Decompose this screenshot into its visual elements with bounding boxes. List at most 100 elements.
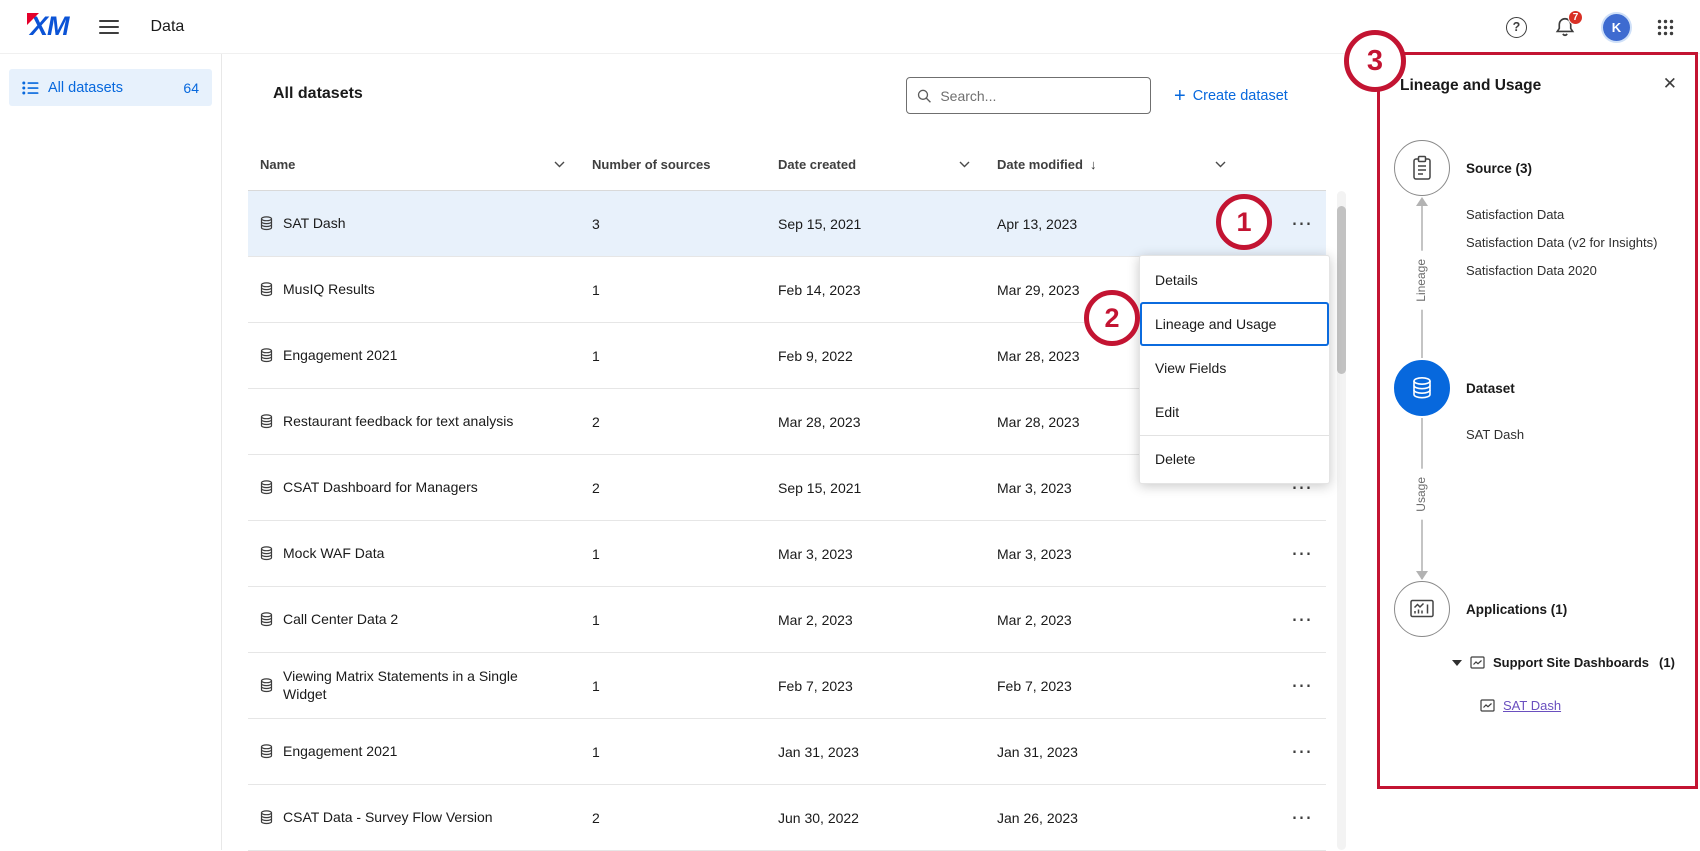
chevron-down-icon[interactable] bbox=[554, 161, 565, 168]
row-sources: 2 bbox=[592, 414, 778, 430]
notifications-button[interactable]: 7 bbox=[1554, 16, 1576, 38]
annotation-step-1: 1 bbox=[1216, 194, 1272, 250]
row-actions-button[interactable]: ⋯ bbox=[1291, 609, 1326, 630]
row-name: Engagement 2021 bbox=[283, 347, 397, 365]
dataset-icon bbox=[260, 744, 273, 759]
search-input[interactable] bbox=[940, 88, 1140, 104]
sidebar-item-label: All datasets bbox=[48, 80, 123, 96]
source-item: Satisfaction Data 2020 bbox=[1466, 257, 1657, 285]
column-header-created[interactable]: Date created bbox=[778, 157, 997, 172]
table-row[interactable]: SAT Dash 3 Sep 15, 2021 Apr 13, 2023 ⋯ bbox=[248, 191, 1326, 257]
row-actions-button[interactable]: ⋯ bbox=[1291, 543, 1326, 564]
sidebar-item-all-datasets[interactable]: All datasets 64 bbox=[9, 69, 212, 106]
source-label: Source (3) bbox=[1466, 161, 1532, 176]
row-name: MusIQ Results bbox=[283, 281, 375, 299]
sidebar-item-count: 64 bbox=[183, 80, 199, 96]
topbar: XM Data ? 7 K bbox=[0, 0, 1700, 54]
row-modified: Apr 13, 2023 bbox=[997, 216, 1230, 232]
avatar[interactable]: K bbox=[1603, 14, 1630, 41]
sidebar: All datasets 64 bbox=[0, 54, 222, 850]
dataset-icon bbox=[260, 282, 273, 297]
row-modified: Mar 2, 2023 bbox=[997, 612, 1230, 628]
row-actions-button[interactable]: ⋯ bbox=[1291, 675, 1326, 696]
arrow-up-icon bbox=[1416, 197, 1428, 206]
row-actions-button[interactable]: ⋯ bbox=[1291, 741, 1326, 762]
row-name: SAT Dash bbox=[283, 215, 346, 233]
dataset-label: Dataset bbox=[1466, 381, 1515, 396]
row-actions-button[interactable]: ⋯ bbox=[1291, 213, 1326, 234]
scrollbar-track bbox=[1337, 191, 1346, 850]
search-box bbox=[906, 77, 1151, 114]
column-header-modified[interactable]: Date modified ↓ bbox=[997, 157, 1230, 172]
table-row[interactable]: Mock WAF Data 1 Mar 3, 2023 Mar 3, 2023 … bbox=[248, 521, 1326, 587]
row-name: Restaurant feedback for text analysis bbox=[283, 413, 513, 431]
sort-descending-icon: ↓ bbox=[1090, 157, 1097, 172]
database-icon bbox=[1411, 376, 1433, 400]
topbar-actions: ? 7 K bbox=[1506, 0, 1674, 54]
column-header-sources[interactable]: Number of sources bbox=[592, 157, 778, 172]
row-sources: 1 bbox=[592, 612, 778, 628]
menu-item-lineage-and-usage[interactable]: Lineage and Usage bbox=[1140, 302, 1329, 346]
table-row[interactable]: Engagement 2021 1 Jan 31, 2023 Jan 31, 2… bbox=[248, 719, 1326, 785]
caret-down-icon[interactable] bbox=[1452, 660, 1462, 666]
notification-badge: 7 bbox=[1568, 10, 1583, 25]
row-sources: 1 bbox=[592, 348, 778, 364]
row-sources: 1 bbox=[592, 546, 778, 562]
context-menu-items: DetailsLineage and UsageView FieldsEditD… bbox=[1140, 258, 1329, 481]
help-icon[interactable]: ? bbox=[1506, 17, 1527, 38]
menu-item-view-fields[interactable]: View Fields bbox=[1140, 346, 1329, 390]
dataset-icon bbox=[260, 414, 273, 429]
dataset-icon bbox=[260, 678, 273, 693]
row-modified: Mar 3, 2023 bbox=[997, 546, 1230, 562]
row-name: Engagement 2021 bbox=[283, 743, 397, 761]
row-name: Call Center Data 2 bbox=[283, 611, 398, 629]
table-row[interactable]: Call Center Data 2 1 Mar 2, 2023 Mar 2, … bbox=[248, 587, 1326, 653]
row-created: Sep 15, 2021 bbox=[778, 480, 997, 496]
close-icon[interactable]: ✕ bbox=[1663, 75, 1677, 92]
menu-separator bbox=[1140, 435, 1329, 436]
applications-label: Applications (1) bbox=[1466, 602, 1567, 617]
dataset-name: SAT Dash bbox=[1466, 427, 1524, 442]
menu-item-edit[interactable]: Edit bbox=[1140, 390, 1329, 434]
arrow-down-icon bbox=[1416, 571, 1428, 580]
chevron-down-icon[interactable] bbox=[959, 161, 970, 168]
row-created: Jun 30, 2022 bbox=[778, 810, 997, 826]
row-actions-button[interactable]: ⋯ bbox=[1291, 807, 1326, 828]
applications-group-row[interactable]: Support Site Dashboards (1) bbox=[1452, 655, 1675, 670]
annotation-step-2: 2 bbox=[1084, 290, 1140, 346]
panel-title: Lineage and Usage bbox=[1400, 77, 1541, 95]
menu-item-delete[interactable]: Delete bbox=[1140, 437, 1329, 481]
menu-item-details[interactable]: Details bbox=[1140, 258, 1329, 302]
scrollbar-thumb[interactable] bbox=[1337, 206, 1346, 374]
table-row[interactable]: Viewing Matrix Statements in a Single Wi… bbox=[248, 653, 1326, 719]
xm-logo[interactable]: XM bbox=[30, 13, 69, 40]
page-title: All datasets bbox=[273, 85, 363, 103]
applications-icon bbox=[1409, 598, 1435, 620]
table-header: Name Number of sources Date created Date… bbox=[248, 138, 1326, 191]
dataset-icon bbox=[260, 480, 273, 495]
create-dataset-button[interactable]: + Create dataset bbox=[1174, 77, 1288, 114]
row-sources: 3 bbox=[592, 216, 778, 232]
row-modified: Feb 7, 2023 bbox=[997, 678, 1230, 694]
column-header-name[interactable]: Name bbox=[248, 157, 592, 172]
source-item: Satisfaction Data (v2 for Insights) bbox=[1466, 229, 1657, 257]
row-created: Jan 31, 2023 bbox=[778, 744, 997, 760]
context-menu: DetailsLineage and UsageView FieldsEditD… bbox=[1139, 255, 1330, 484]
applications-node bbox=[1394, 581, 1450, 637]
table-row[interactable]: CSAT Data - Survey Flow Version 2 Jun 30… bbox=[248, 785, 1326, 851]
row-name: Mock WAF Data bbox=[283, 545, 384, 563]
dataset-icon bbox=[260, 348, 273, 363]
chevron-down-icon[interactable] bbox=[1215, 161, 1226, 168]
lineage-axis-label: Lineage bbox=[1414, 251, 1428, 310]
dataset-link[interactable]: SAT Dash bbox=[1503, 698, 1561, 713]
row-created: Feb 14, 2023 bbox=[778, 282, 997, 298]
app-launcher-icon[interactable] bbox=[1657, 19, 1674, 36]
dataset-node bbox=[1394, 360, 1450, 416]
row-sources: 1 bbox=[592, 744, 778, 760]
hamburger-menu-icon[interactable] bbox=[99, 16, 119, 38]
dataset-icon bbox=[260, 546, 273, 561]
clipboard-icon bbox=[1410, 155, 1434, 181]
source-items: Satisfaction Data Satisfaction Data (v2 … bbox=[1466, 201, 1657, 285]
annotation-step-3: 3 bbox=[1344, 30, 1406, 92]
row-created: Sep 15, 2021 bbox=[778, 216, 997, 232]
